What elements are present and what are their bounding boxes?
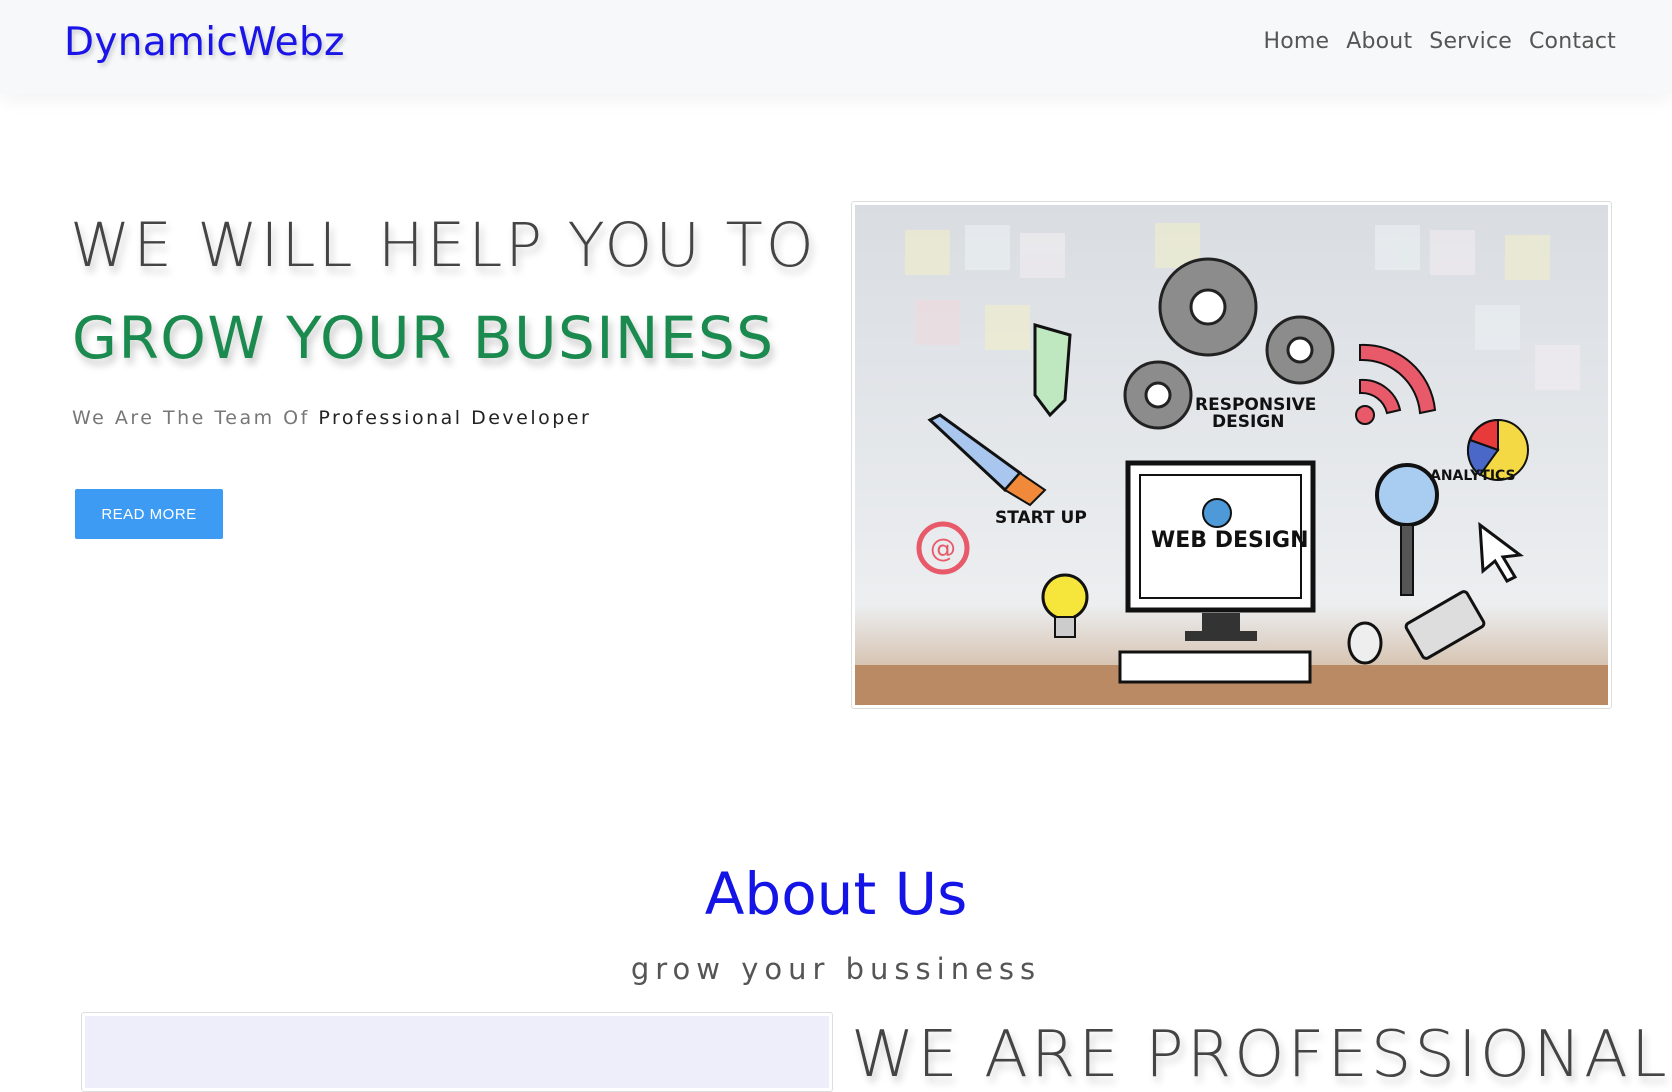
read-more-button[interactable]: READ MORE (75, 489, 223, 539)
hero-illustration: @ RESPONSIVE DESIGN ANALYTICS START UP W… (851, 201, 1612, 709)
label-design: DESIGN (1212, 412, 1284, 432)
nav-links: Home About Service Contact (1263, 29, 1616, 54)
nav-link-contact[interactable]: Contact (1529, 29, 1616, 54)
about-image (81, 1012, 833, 1092)
mouse-icon (1347, 621, 1383, 665)
navbar: DynamicWebz Home About Service Contact (0, 0, 1672, 94)
hero-heading-line2: GROW YOUR BUSINESS (72, 304, 775, 372)
tagline-prefix: We Are The Team Of (72, 407, 310, 429)
about-heading: WE ARE PROFESSIONAL (851, 1018, 1670, 1092)
nav-link-home[interactable]: Home (1263, 29, 1329, 54)
svg-text:@: @ (930, 534, 956, 564)
label-web-design: WEB DESIGN (1151, 528, 1309, 553)
about-title: About Us (704, 860, 968, 928)
hero-tagline: We Are The Team Of Professional Develope… (72, 407, 591, 429)
hero-heading-line1: WE WILL HELP YOU TO (70, 210, 817, 281)
nav-link-about[interactable]: About (1346, 29, 1412, 54)
pen-icon (1033, 323, 1072, 418)
label-analytics: ANALYTICS (1430, 468, 1516, 484)
nav-link-service[interactable]: Service (1429, 29, 1512, 54)
label-start-up: START UP (995, 508, 1087, 528)
tagline-emphasis: Professional Developer (318, 407, 592, 429)
about-subtitle: grow your bussiness (630, 952, 1042, 986)
brand-logo[interactable]: DynamicWebz (64, 20, 345, 65)
